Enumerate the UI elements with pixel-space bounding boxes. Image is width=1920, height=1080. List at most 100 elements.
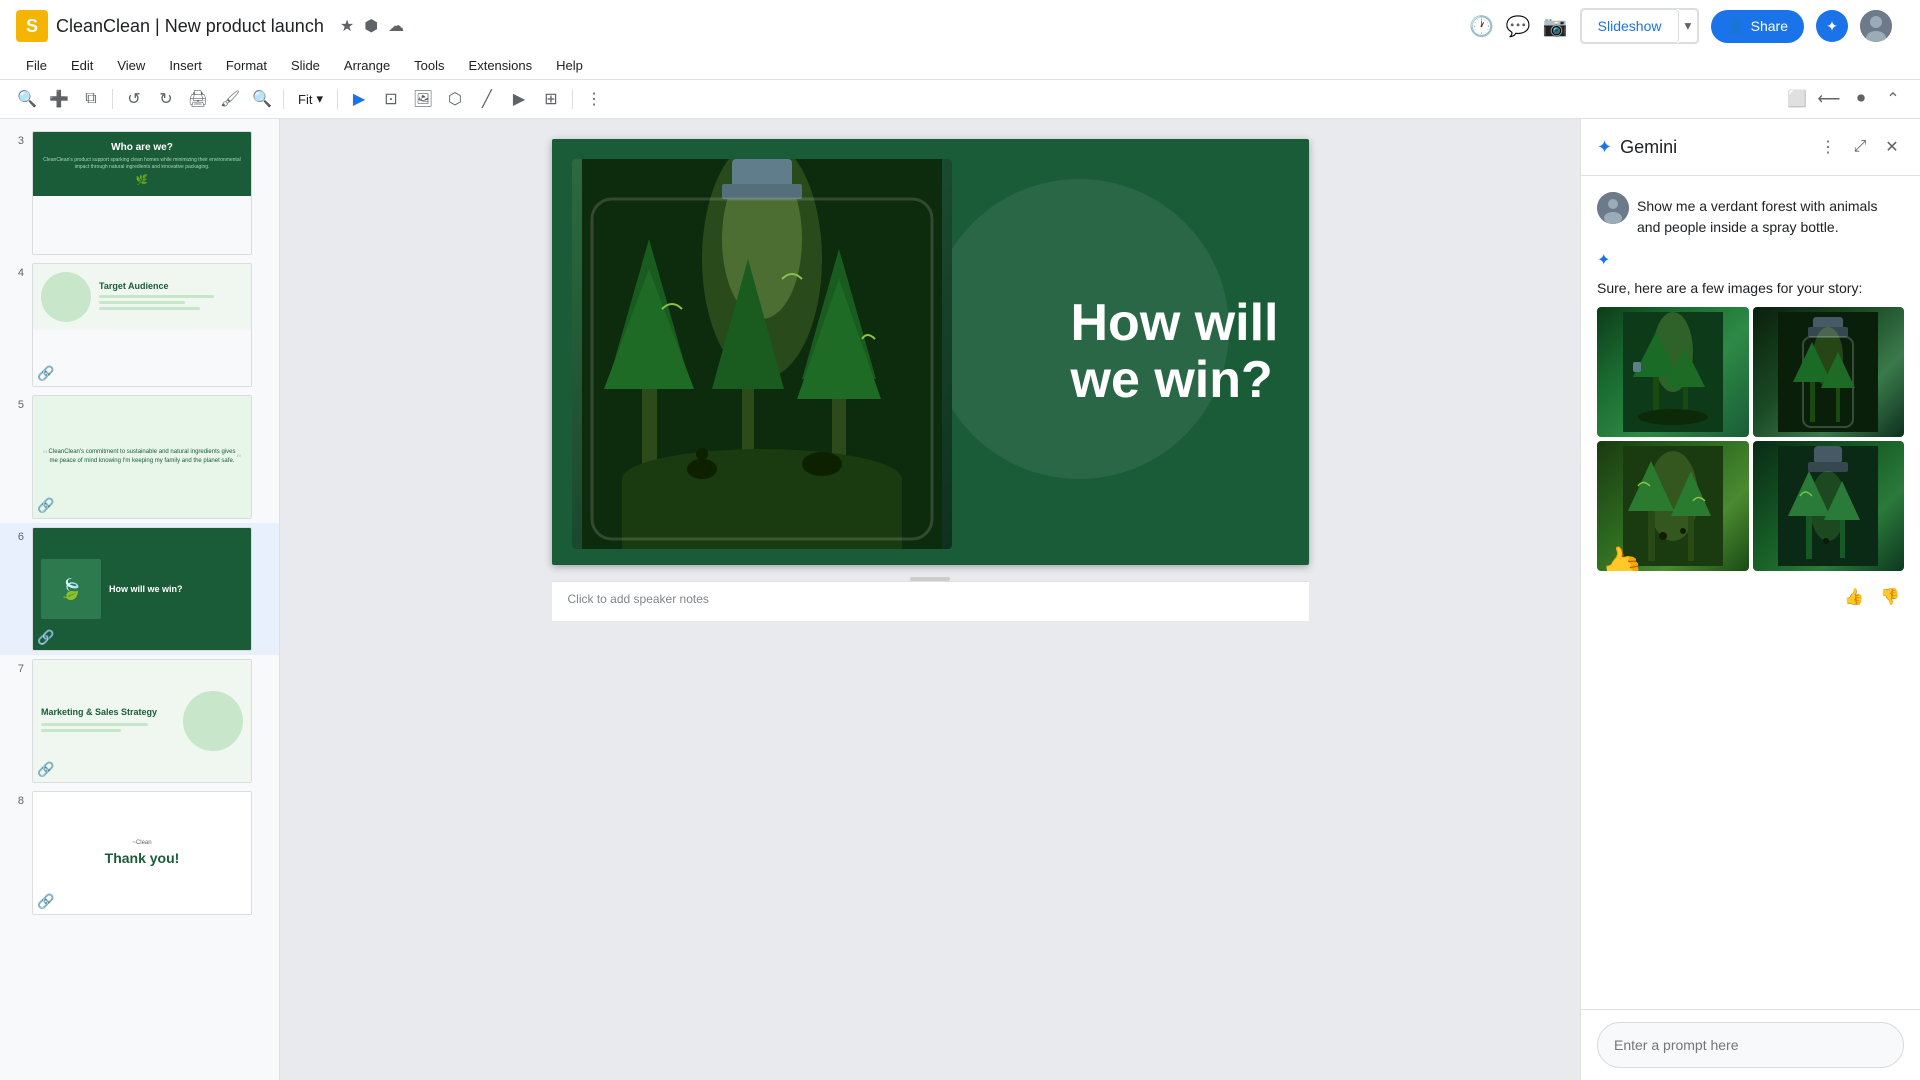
folder-icon[interactable]: ⬢ xyxy=(364,16,378,36)
gemini-response-text: Sure, here are a few images for your sto… xyxy=(1597,278,1904,299)
gemini-header: ✦ Gemini ⋮ ⤢ ✕ xyxy=(1581,119,1920,176)
crop-tool[interactable]: ⊡ xyxy=(376,84,406,114)
undo-button[interactable]: ↺ xyxy=(119,84,149,114)
share-button[interactable]: 👤 Share xyxy=(1711,10,1804,43)
present-icon[interactable]: 📷 xyxy=(1543,14,1568,39)
slide-8-preview[interactable]: ~Clean Thank you! 🔗 xyxy=(32,791,252,915)
record-button[interactable]: ⏺ xyxy=(1846,84,1876,114)
comment-icon[interactable]: 💬 xyxy=(1506,14,1531,39)
menu-bar: File Edit View Insert Format Slide Arran… xyxy=(0,52,1920,79)
menu-arrange[interactable]: Arrange xyxy=(334,54,400,77)
thumbs-up-button[interactable]: 👍 xyxy=(1840,583,1868,611)
gemini-more-button[interactable]: ⋮ xyxy=(1816,135,1840,159)
slide-4-title: Target Audience xyxy=(99,281,243,291)
slide-8-title: Thank you! xyxy=(105,850,180,866)
zoom-button[interactable]: 🔍 xyxy=(247,84,277,114)
main-area: 3 Who are we? CleanClean's product suppo… xyxy=(0,119,1920,1080)
header-right: 🕐 💬 📷 Slideshow ▾ 👤 Share ✦ xyxy=(1469,8,1904,44)
menu-view[interactable]: View xyxy=(107,54,155,77)
main-slide-canvas[interactable]: How will we win? xyxy=(552,139,1309,565)
generated-image-4[interactable] xyxy=(1753,441,1905,571)
menu-tools[interactable]: Tools xyxy=(404,54,454,77)
slide-4-number: 4 xyxy=(8,263,24,279)
add-slide-button[interactable]: ➕ xyxy=(44,84,74,114)
slide-8-thumb[interactable]: 8 ~Clean Thank you! 🔗 xyxy=(0,787,279,919)
slide-4-content: Target Audience xyxy=(99,281,243,313)
menu-help[interactable]: Help xyxy=(546,54,593,77)
document-title: CleanClean | New product launch xyxy=(56,16,324,37)
paint-format-button[interactable]: 🖌 xyxy=(215,84,245,114)
slide-4-circle xyxy=(41,272,91,322)
thumbs-down-button[interactable]: 👎 xyxy=(1876,583,1904,611)
user-avatar[interactable] xyxy=(1860,10,1892,42)
slide-7-preview[interactable]: Marketing & Sales Strategy 🔗 xyxy=(32,659,252,783)
slide-3-leaf: 🌿 xyxy=(136,175,148,186)
canvas-area[interactable]: How will we win? Click to add speaker no… xyxy=(280,119,1580,1080)
gemini-panel: ✦ Gemini ⋮ ⤢ ✕ Show me a verdant forest … xyxy=(1580,119,1920,1080)
slide-7-thumb[interactable]: 7 Marketing & Sales Strategy 🔗 xyxy=(0,655,279,787)
slide-5-number: 5 xyxy=(8,395,24,411)
main-slide-text-area[interactable]: How will we win? xyxy=(1071,295,1279,409)
slide-8-link-icon: 🔗 xyxy=(37,893,54,910)
slide-3-text: CleanClean's product support sparking cl… xyxy=(43,157,241,171)
slide-3-preview[interactable]: Who are we? CleanClean's product support… xyxy=(32,131,252,255)
image-tool[interactable]: 🖼 xyxy=(408,84,438,114)
collapse-button[interactable]: ⌃ xyxy=(1878,84,1908,114)
forest-bottle-svg xyxy=(582,159,942,549)
speaker-notes[interactable]: Click to add speaker notes xyxy=(552,581,1309,621)
cloud-icon[interactable]: ☁ xyxy=(388,16,404,36)
line-tool[interactable]: ╱ xyxy=(472,84,502,114)
fit-chevron: ▾ xyxy=(316,91,323,107)
duplicate-button[interactable]: ⧉ xyxy=(76,84,106,114)
gemini-response-star: ✦ xyxy=(1597,250,1610,270)
shape-tool[interactable]: ⬡ xyxy=(440,84,470,114)
slide-6-number: 6 xyxy=(8,527,24,543)
redo-button[interactable]: ↻ xyxy=(151,84,181,114)
slide-7-circle xyxy=(183,691,243,751)
slide-7-title: Marketing & Sales Strategy xyxy=(41,707,175,717)
print-button[interactable]: 🖨 xyxy=(183,84,213,114)
generated-image-1[interactable] xyxy=(1597,307,1749,437)
slide-6-thumb[interactable]: 6 🍃 How will we win? 🔗 xyxy=(0,523,279,655)
present-tool[interactable]: ▶ xyxy=(504,84,534,114)
slide-4-link-icon: 🔗 xyxy=(37,365,54,382)
star-icon[interactable]: ★ xyxy=(340,16,354,36)
gemini-title: Gemini xyxy=(1620,137,1808,158)
slide-5-link-icon: 🔗 xyxy=(37,497,54,514)
more-options-button[interactable]: ⋮ xyxy=(579,84,609,114)
forest-bottle-image[interactable] xyxy=(572,159,952,549)
generated-image-3[interactable]: 🤙 xyxy=(1597,441,1749,571)
arrows-button[interactable]: ⟵ xyxy=(1814,84,1844,114)
slide-panel: 3 Who are we? CleanClean's product suppo… xyxy=(0,119,280,1080)
prompt-input[interactable] xyxy=(1597,1022,1904,1068)
slide-4-thumb[interactable]: 4 Target Audience 🔗 xyxy=(0,259,279,391)
menu-extensions[interactable]: Extensions xyxy=(459,54,543,77)
slide-3-thumb[interactable]: 3 Who are we? CleanClean's product suppo… xyxy=(0,127,279,259)
slideshow-button-group: Slideshow ▾ xyxy=(1580,8,1700,44)
slide-5-thumb[interactable]: 5 " CleanClean's commitment to sustainab… xyxy=(0,391,279,523)
slideshow-dropdown[interactable]: ▾ xyxy=(1679,9,1699,43)
cursor-tool[interactable]: ▶ xyxy=(344,84,374,114)
gemini-header-actions: ⋮ ⤢ ✕ xyxy=(1816,135,1904,159)
menu-edit[interactable]: Edit xyxy=(61,54,103,77)
history-icon[interactable]: 🕐 xyxy=(1469,14,1494,39)
menu-insert[interactable]: Insert xyxy=(159,54,212,77)
gemini-expand-button[interactable]: ⤢ xyxy=(1848,135,1872,159)
menu-format[interactable]: Format xyxy=(216,54,277,77)
gemini-close-button[interactable]: ✕ xyxy=(1880,135,1904,159)
gemini-header-button[interactable]: ✦ xyxy=(1816,10,1848,42)
slide-4-preview[interactable]: Target Audience 🔗 xyxy=(32,263,252,387)
title-row: S CleanClean | New product launch ★ ⬢ ☁ … xyxy=(0,0,1920,52)
menu-file[interactable]: File xyxy=(16,54,57,77)
add-button[interactable]: ⊞ xyxy=(536,84,566,114)
fit-dropdown[interactable]: Fit ▾ xyxy=(290,87,331,111)
search-button[interactable]: 🔍 xyxy=(12,84,42,114)
view-expand-button[interactable]: ⬜ xyxy=(1782,84,1812,114)
menu-slide[interactable]: Slide xyxy=(281,54,330,77)
slide-6-preview[interactable]: 🍃 How will we win? 🔗 xyxy=(32,527,252,651)
main-slide-heading: How will we win? xyxy=(1071,295,1279,409)
app-icon: S xyxy=(16,10,48,42)
slideshow-button[interactable]: Slideshow xyxy=(1581,9,1679,43)
generated-image-2[interactable] xyxy=(1753,307,1905,437)
slide-5-preview[interactable]: " CleanClean's commitment to sustainable… xyxy=(32,395,252,519)
